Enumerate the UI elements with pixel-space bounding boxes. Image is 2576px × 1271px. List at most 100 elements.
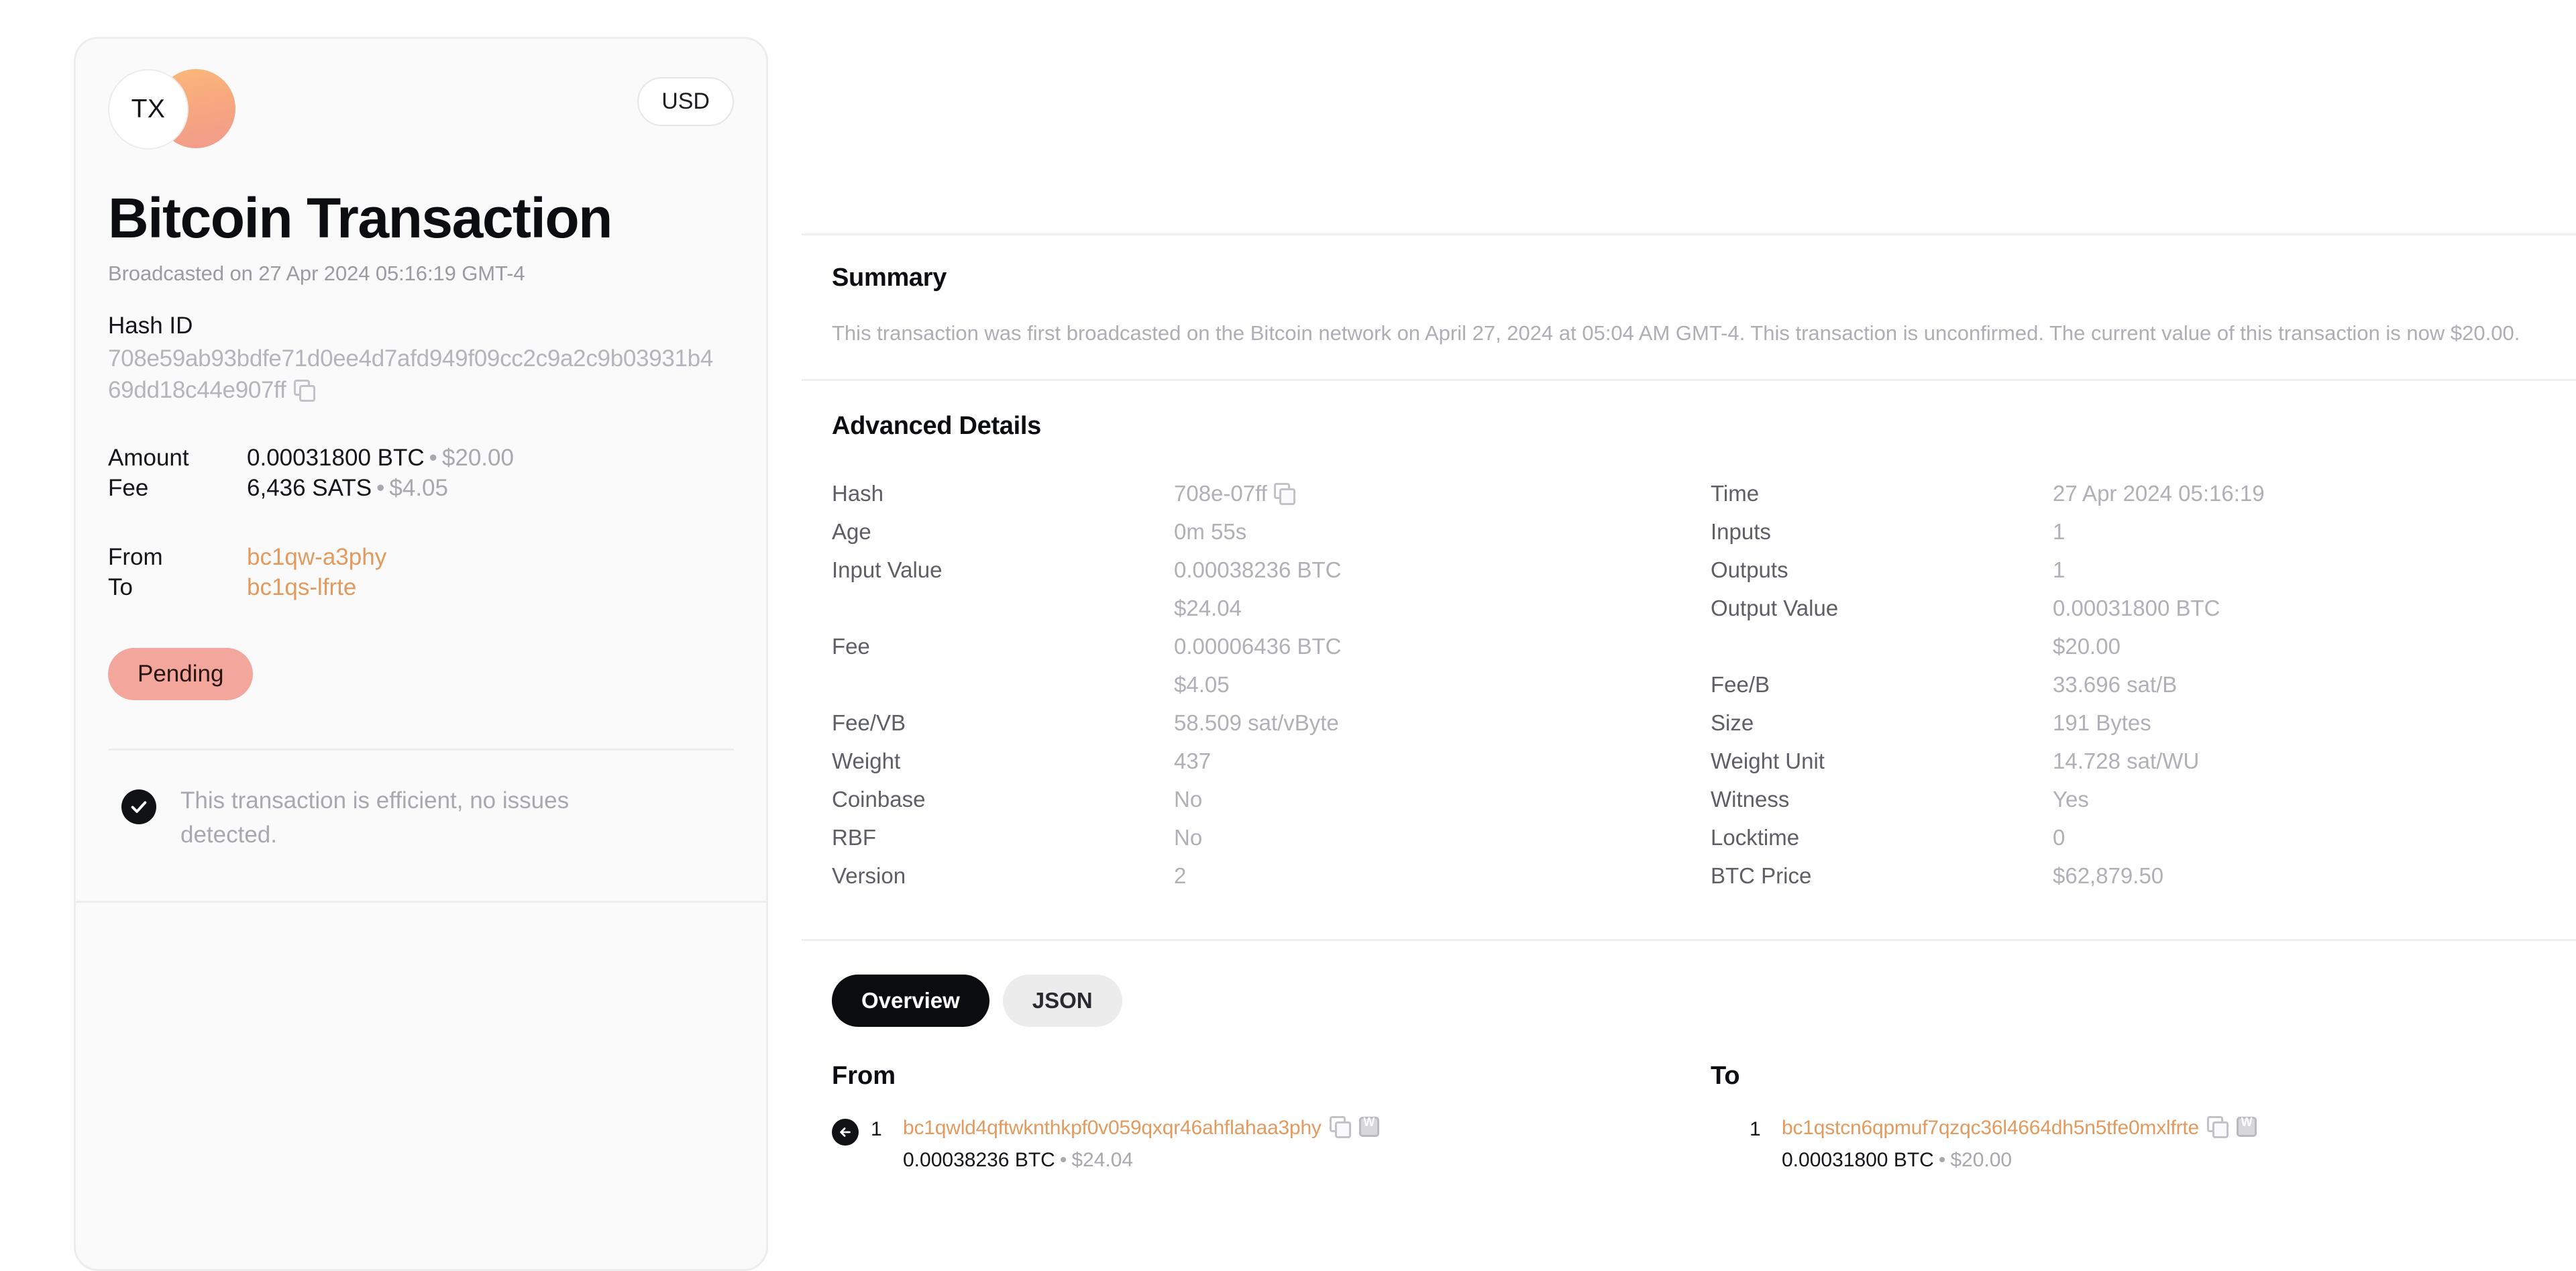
detail-key: Fee/B — [1711, 671, 1770, 697]
output-address-text: bc1qstcn6qpmuf7qzqc36l4664dh5n5tfe0mxlfr… — [1782, 1116, 2200, 1139]
copy-icon[interactable] — [2207, 1115, 2229, 1138]
detail-key: Outputs — [1711, 557, 1788, 582]
detail-key: Size — [1711, 710, 1754, 735]
detail-key: Age — [832, 518, 871, 544]
detail-key: Locktime — [1711, 824, 1800, 850]
output-amount: 0.00031800 BTC • $20.00 — [1782, 1149, 2576, 1172]
efficiency-note-text: This transaction is efficient, no issues… — [180, 787, 570, 848]
detail-row: Weight 437 — [832, 749, 1711, 787]
from-row: From bc1qw-a3phy — [108, 544, 734, 574]
detail-key: RBF — [832, 824, 876, 850]
amount-row: Amount 0.00031800 BTC • $20.00 — [108, 445, 734, 475]
fee-usd: $4.05 — [389, 475, 448, 502]
advanced-details-title: Advanced Details — [832, 411, 1041, 440]
detail-value: 708e-07ff — [1174, 480, 1295, 506]
detail-row: Input Value 0.00038236 BTC — [832, 557, 1711, 596]
detail-key: BTC Price — [1711, 863, 1812, 888]
advanced-details-header: Advanced Details — [802, 381, 2576, 441]
detail-key: Inputs — [1711, 518, 1771, 544]
to-label: To — [108, 574, 133, 601]
detail-value: 14.728 sat/WU — [2053, 748, 2200, 773]
detail-value: $24.04 — [1174, 595, 1242, 620]
hash-id-value: 708e59ab93bdfe71d0ee4d7afd949f09cc2c9a2c… — [108, 343, 722, 406]
tab-json[interactable]: JSON — [1002, 974, 1122, 1027]
detail-row: $20.00 — [1711, 634, 2576, 672]
fee-sats: 6,436 SATS — [247, 475, 372, 502]
detail-value: 0.00006436 BTC — [1174, 633, 1342, 659]
output-address-link[interactable]: bc1qstcn6qpmuf7qzqc36l4664dh5n5tfe0mxlfr… — [1782, 1115, 2576, 1140]
detail-key: Weight Unit — [1711, 748, 1825, 773]
from-label: From — [108, 544, 163, 571]
hash-id-label: Hash ID — [108, 313, 193, 339]
detail-key: Coinbase — [832, 786, 926, 812]
detail-value: 27 Apr 2024 05:16:19 — [2053, 480, 2265, 506]
tab-overview[interactable]: Overview — [832, 974, 989, 1027]
detail-row: Coinbase No — [832, 787, 1711, 825]
input-address-text: bc1qwld4qftwknthkpf0v059qxqr46ahflahaa3p… — [903, 1116, 1322, 1139]
output-amount-usd: $20.00 — [1950, 1148, 2012, 1171]
summary-text: This transaction was first broadcasted o… — [832, 321, 2520, 345]
from-address-link[interactable]: bc1qw-a3phy — [247, 544, 386, 571]
summary-section: Summary This transaction was first broad… — [802, 235, 2576, 379]
detail-row: Hash 708e-07ff — [832, 481, 1711, 519]
card-bottom-divider — [76, 900, 766, 903]
detail-value: 0 — [2053, 824, 2065, 850]
hash-short-text: 708e-07ff — [1174, 480, 1267, 506]
arrow-left-icon — [832, 1118, 859, 1146]
detail-row: BTC Price $62,879.50 — [1711, 863, 2576, 901]
detail-key: Output Value — [1711, 595, 1839, 620]
detail-value: $4.05 — [1174, 671, 1230, 697]
separator-dot: • — [429, 445, 437, 472]
separator-dot: • — [1938, 1148, 1946, 1171]
detail-row: Inputs 1 — [1711, 519, 2576, 557]
detail-value: 58.509 sat/vByte — [1174, 710, 1339, 735]
details-panel: Summary This transaction was first broad… — [802, 37, 2576, 1271]
detail-row: Time 27 Apr 2024 05:16:19 — [1711, 481, 2576, 519]
detail-key: Time — [1711, 480, 1760, 506]
detail-row: RBF No — [832, 825, 1711, 863]
amount-fee-block: Amount 0.00031800 BTC • $20.00 Fee 6,436 S… — [108, 445, 734, 505]
advanced-right-column: Time 27 Apr 2024 05:16:19 Inputs 1 Outpu… — [1711, 481, 2576, 901]
address-block: From bc1qw-a3phy To bc1qs-lfrte — [108, 544, 734, 604]
copy-icon[interactable] — [1329, 1115, 1351, 1138]
advanced-details-grid: Hash 708e-07ff Age 0m 55s Input Value 0.… — [802, 441, 2576, 939]
efficiency-note-row: This transaction is efficient, no issues… — [76, 751, 766, 852]
io-tabs: Overview JSON — [832, 974, 2576, 1027]
status-badge: Pending — [108, 648, 254, 701]
detail-value: 1 — [2053, 518, 2065, 544]
detail-row: Output Value 0.00031800 BTC — [1711, 596, 2576, 634]
detail-key: Input Value — [832, 557, 943, 582]
detail-row: Version 2 — [832, 863, 1711, 901]
fee-label: Fee — [108, 475, 149, 502]
tx-avatar-label: TX — [108, 69, 189, 150]
check-circle-icon — [121, 789, 156, 825]
input-amount-usd: $24.04 — [1071, 1148, 1134, 1171]
card-content: TX USD Bitcoin Transaction Broadcasted o… — [76, 39, 766, 751]
card-header-row: TX USD — [108, 69, 734, 153]
detail-value: Yes — [2053, 786, 2089, 812]
detail-row: Fee 0.00006436 BTC — [832, 634, 1711, 672]
wallet-icon[interactable] — [2237, 1115, 2257, 1137]
transaction-summary-card: TX USD Bitcoin Transaction Broadcasted o… — [74, 37, 768, 1271]
copy-icon[interactable] — [294, 379, 316, 402]
to-row: To bc1qs-lfrte — [108, 574, 734, 604]
detail-value: 0m 55s — [1174, 518, 1247, 544]
detail-row: Witness Yes — [1711, 787, 2576, 825]
to-address-link[interactable]: bc1qs-lfrte — [247, 574, 356, 601]
io-columns: From 1 bc1qwld4qftwknthkpf0v059qxqr46ahf… — [832, 1062, 2576, 1172]
panel-top-spacer — [802, 37, 2576, 233]
currency-selector[interactable]: USD — [637, 77, 734, 126]
to-heading: To — [1711, 1061, 1740, 1090]
detail-key: Hash — [832, 480, 884, 506]
detail-value: 0.00031800 BTC — [2053, 595, 2220, 620]
detail-row: Weight Unit 14.728 sat/WU — [1711, 749, 2576, 787]
input-address-link[interactable]: bc1qwld4qftwknthkpf0v059qxqr46ahflahaa3p… — [903, 1115, 1711, 1140]
copy-icon[interactable] — [1273, 482, 1295, 505]
broadcast-timestamp: Broadcasted on 27 Apr 2024 05:16:19 GMT-… — [108, 262, 525, 285]
avatar: TX — [108, 69, 262, 150]
list-item: 1 bc1qwld4qftwknthkpf0v059qxqr46ahflahaa… — [832, 1115, 1711, 1172]
amount-usd: $20.00 — [441, 445, 514, 472]
wallet-icon[interactable] — [1358, 1115, 1379, 1137]
list-item: 1 bc1qstcn6qpmuf7qzqc36l4664dh5n5tfe0mxl… — [1711, 1115, 2576, 1172]
io-to-column: To 1 bc1qstcn6qpmuf7qzqc36l4664dh5n5tfe0… — [1711, 1062, 2576, 1172]
